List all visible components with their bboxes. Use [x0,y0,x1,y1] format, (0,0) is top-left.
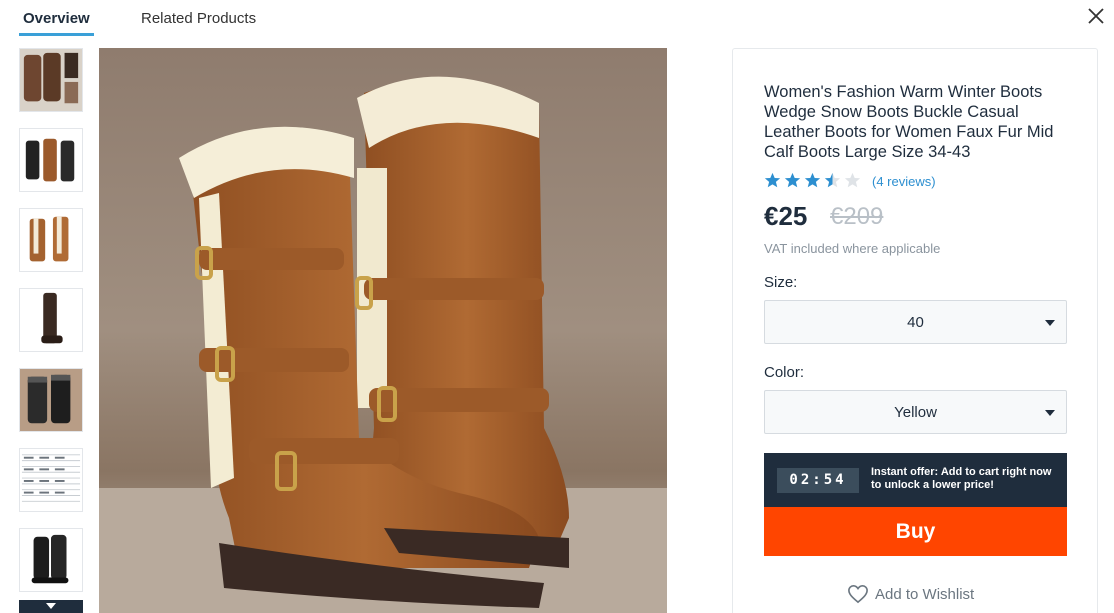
thumbnail-boots-2[interactable] [19,128,83,192]
add-to-wishlist-button[interactable]: Add to Wishlist [847,583,974,605]
wishlist-label: Add to Wishlist [875,585,975,603]
countdown-timer: 02:54 [777,468,859,493]
product-details-panel: Women's Fashion Warm Winter Boots Wedge … [732,48,1098,613]
tab-bar: Overview Related Products [0,0,1114,40]
heart-icon [848,584,868,604]
thumbnail-boots-1[interactable] [19,48,83,112]
thumbnail-list [19,48,83,613]
color-select-value: Yellow [894,404,937,421]
star-half-icon [824,172,841,187]
buy-button[interactable]: Buy [764,507,1067,556]
close-button[interactable] [1084,4,1108,28]
size-select[interactable]: 40 [764,300,1067,344]
star-empty-icon [844,172,861,187]
thumbnail-boots-5[interactable] [19,368,83,432]
caret-down-icon [1045,320,1055,326]
thumbnail-boots-4[interactable] [19,288,83,352]
offer-text: Instant offer: Add to cart right now to … [871,466,1052,491]
thumbnail-size-chart[interactable] [19,448,83,512]
reviews-link[interactable]: (4 reviews) [872,174,936,189]
tab-overview[interactable]: Overview [19,10,94,36]
chevron-down-icon [46,603,56,609]
product-title: Women's Fashion Warm Winter Boots Wedge … [764,83,1054,161]
star-full-icon [764,172,781,187]
vat-note: VAT included where applicable [764,241,941,256]
main-product-image [99,48,667,613]
original-price: €209 [830,203,884,230]
color-label: Color: [764,364,805,381]
size-select-value: 40 [907,314,924,331]
color-select[interactable]: Yellow [764,390,1067,434]
thumbnail-scroll-down-button[interactable] [19,600,83,613]
rating-stars [764,171,864,189]
star-full-icon [804,172,821,187]
close-icon [1088,8,1104,24]
tab-related-products[interactable]: Related Products [141,10,256,27]
instant-offer-banner: 02:54 Instant offer: Add to cart right n… [764,453,1067,514]
thumbnail-boots-3[interactable] [19,208,83,272]
caret-down-icon [1045,410,1055,416]
size-label: Size: [764,274,798,291]
current-price: €25 [764,201,808,231]
thumbnail-boots-7[interactable] [19,528,83,592]
star-full-icon [784,172,801,187]
